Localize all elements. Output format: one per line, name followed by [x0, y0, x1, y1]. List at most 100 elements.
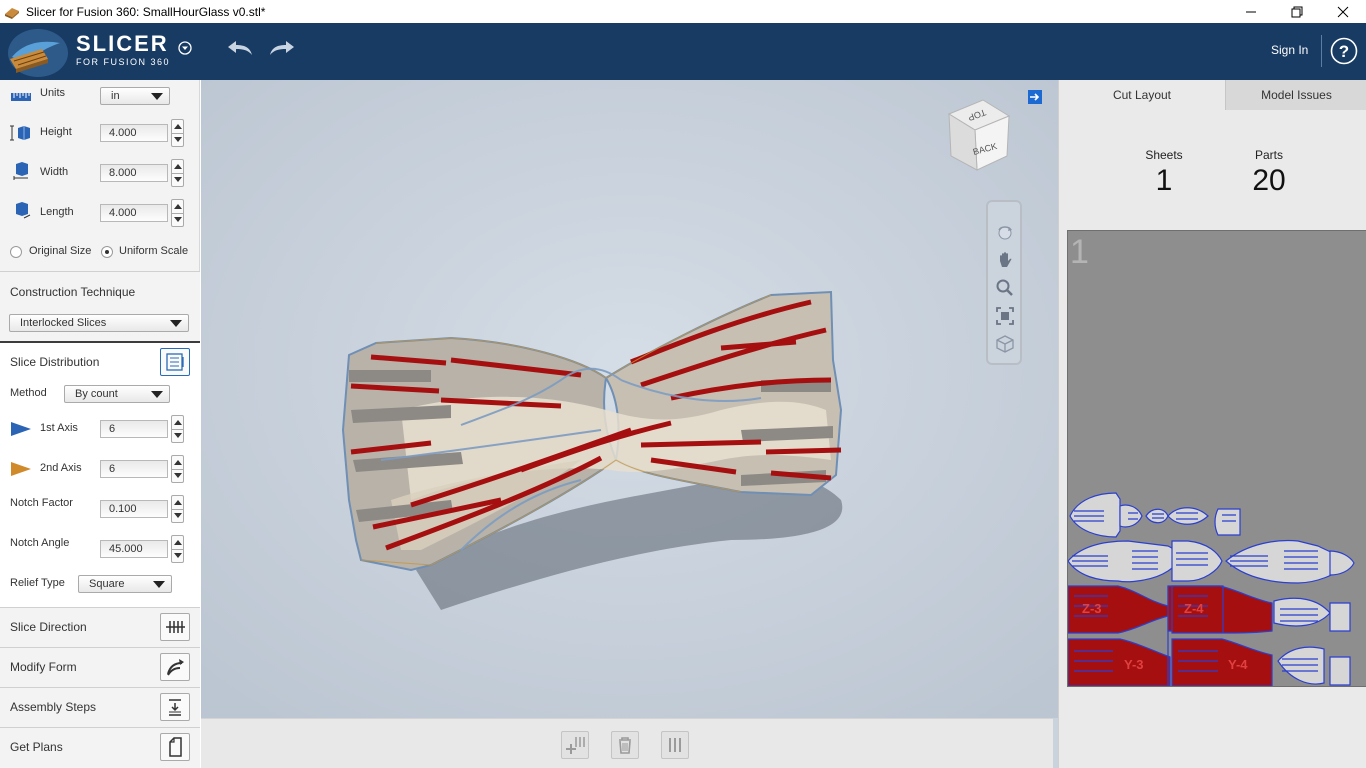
view-cube[interactable]: TOP BACK — [943, 94, 1015, 172]
construction-technique-select[interactable]: Interlocked Slices — [9, 314, 189, 332]
units-select[interactable]: in — [100, 87, 170, 105]
height-box-icon — [10, 125, 30, 141]
length-stepper[interactable] — [171, 199, 184, 227]
first-axis-stepper[interactable] — [171, 415, 184, 443]
arrow-down-icon — [174, 177, 182, 182]
app-menu-dropdown-icon[interactable] — [178, 41, 192, 55]
hourglass-model[interactable] — [201, 80, 1058, 718]
arrow-down-icon — [174, 217, 182, 222]
arrow-up-icon — [174, 164, 182, 169]
width-stepper[interactable] — [171, 159, 184, 187]
tab-cut-layout[interactable]: Cut Layout — [1059, 80, 1225, 110]
chevron-down-icon — [153, 581, 165, 588]
right-panel: Cut Layout Model Issues Sheets 1 Parts 2… — [1058, 80, 1366, 768]
slice-direction-section[interactable]: Slice Direction — [0, 607, 200, 647]
slice-distribution-button[interactable] — [160, 348, 190, 376]
scale-mode-row: Original Size Uniform Scale — [0, 242, 200, 262]
document-icon — [169, 737, 182, 757]
app-header: SLICER FOR FUSION 360 Sign In ? — [0, 23, 1366, 80]
get-plans-button[interactable] — [160, 733, 190, 761]
arrow-up-icon — [174, 204, 182, 209]
notch-angle-stepper[interactable] — [171, 535, 184, 563]
left-panel: Units in Height 4.000 Width 8.000 Length… — [0, 80, 200, 768]
brand-title: SLICER — [76, 31, 169, 56]
part-label-z3: Z-3 — [1082, 601, 1102, 616]
distribute-slices-icon — [669, 738, 681, 752]
modify-form-icon — [167, 659, 184, 676]
sign-in-link[interactable]: Sign In — [1271, 43, 1308, 57]
add-slice-button[interactable] — [561, 731, 589, 759]
method-select[interactable]: By count — [64, 385, 170, 403]
first-axis-input[interactable]: 6 — [100, 420, 168, 438]
chevron-down-icon — [151, 93, 163, 100]
first-axis-icon — [11, 422, 31, 436]
pan-hand-icon[interactable] — [995, 250, 1015, 270]
tab-model-issues[interactable]: Model Issues — [1225, 80, 1366, 110]
second-axis-input[interactable]: 6 — [100, 460, 168, 478]
notch-angle-input[interactable]: 45.000 — [100, 540, 168, 558]
arrow-up-icon — [174, 540, 182, 545]
minimize-button[interactable] — [1228, 0, 1274, 23]
width-label: Width — [40, 166, 69, 178]
length-input[interactable]: 4.000 — [100, 204, 168, 222]
slice-direction-title: Slice Direction — [10, 620, 87, 634]
notch-factor-stepper[interactable] — [171, 495, 184, 523]
arrow-down-icon — [174, 473, 182, 478]
minimize-icon — [1246, 11, 1256, 12]
trash-icon — [619, 737, 631, 754]
modify-form-section[interactable]: Modify Form — [0, 647, 200, 687]
units-label: Units — [40, 87, 66, 99]
slice-distribution-title: Slice Distribution — [10, 355, 100, 369]
get-plans-section[interactable]: Get Plans — [0, 727, 200, 768]
help-icon[interactable]: ? — [1330, 37, 1358, 65]
arrow-up-icon — [174, 460, 182, 465]
height-stepper[interactable] — [171, 119, 184, 147]
expand-panel-button[interactable] — [1028, 90, 1042, 104]
notch-factor-label: Notch Factor — [10, 497, 73, 509]
assembly-steps-title: Assembly Steps — [10, 700, 97, 714]
original-size-radio[interactable] — [10, 246, 22, 258]
notch-factor-input[interactable]: 0.100 — [100, 500, 168, 518]
relief-type-value: Square — [89, 578, 125, 590]
sheets-stat: Sheets 1 — [1129, 148, 1199, 198]
length-box-icon — [16, 202, 31, 219]
brand: SLICER FOR FUSION 360 — [76, 31, 170, 68]
cut-sheet-1[interactable]: 1 Z-3 Z-4 Y-3 Y-4 — [1067, 230, 1366, 687]
slice-direction-button[interactable] — [160, 613, 190, 641]
redo-icon[interactable] — [268, 39, 296, 59]
restore-button[interactable] — [1274, 0, 1320, 23]
original-size-label: Original Size — [29, 245, 92, 257]
slicer-logo-icon — [8, 29, 68, 77]
undo-icon[interactable] — [226, 39, 254, 59]
assembly-steps-button[interactable] — [160, 693, 190, 721]
uniform-scale-radio[interactable] — [101, 246, 113, 258]
distribute-slices-button[interactable] — [661, 731, 689, 759]
arrow-down-icon — [174, 137, 182, 142]
delete-slice-button[interactable] — [611, 731, 639, 759]
app-icon — [5, 7, 19, 19]
arrow-up-icon — [174, 124, 182, 129]
uniform-scale-label: Uniform Scale — [119, 245, 189, 257]
method-value: By count — [75, 388, 118, 400]
width-box-icon — [13, 162, 28, 180]
close-button[interactable] — [1320, 0, 1366, 23]
fit-view-icon[interactable] — [995, 306, 1015, 326]
relief-type-select[interactable]: Square — [78, 575, 172, 593]
ruler-icon — [11, 93, 31, 101]
width-input[interactable]: 8.000 — [100, 164, 168, 182]
home-view-cube-icon[interactable] — [995, 334, 1015, 354]
part-label-z4: Z-4 — [1184, 601, 1204, 616]
arrow-up-icon — [174, 500, 182, 505]
get-plans-title: Get Plans — [10, 740, 63, 754]
second-axis-stepper[interactable] — [171, 455, 184, 483]
modify-form-button[interactable] — [160, 653, 190, 681]
add-slice-icon — [566, 737, 585, 754]
units-value: in — [111, 90, 120, 102]
3d-viewport[interactable]: TOP BACK — [201, 80, 1058, 768]
orbit-icon[interactable] — [995, 222, 1015, 242]
zoom-icon[interactable] — [995, 278, 1015, 298]
assembly-steps-section[interactable]: Assembly Steps — [0, 687, 200, 727]
assembly-steps-icon — [169, 699, 181, 716]
height-input[interactable]: 4.000 — [100, 124, 168, 142]
length-label: Length — [40, 206, 74, 218]
